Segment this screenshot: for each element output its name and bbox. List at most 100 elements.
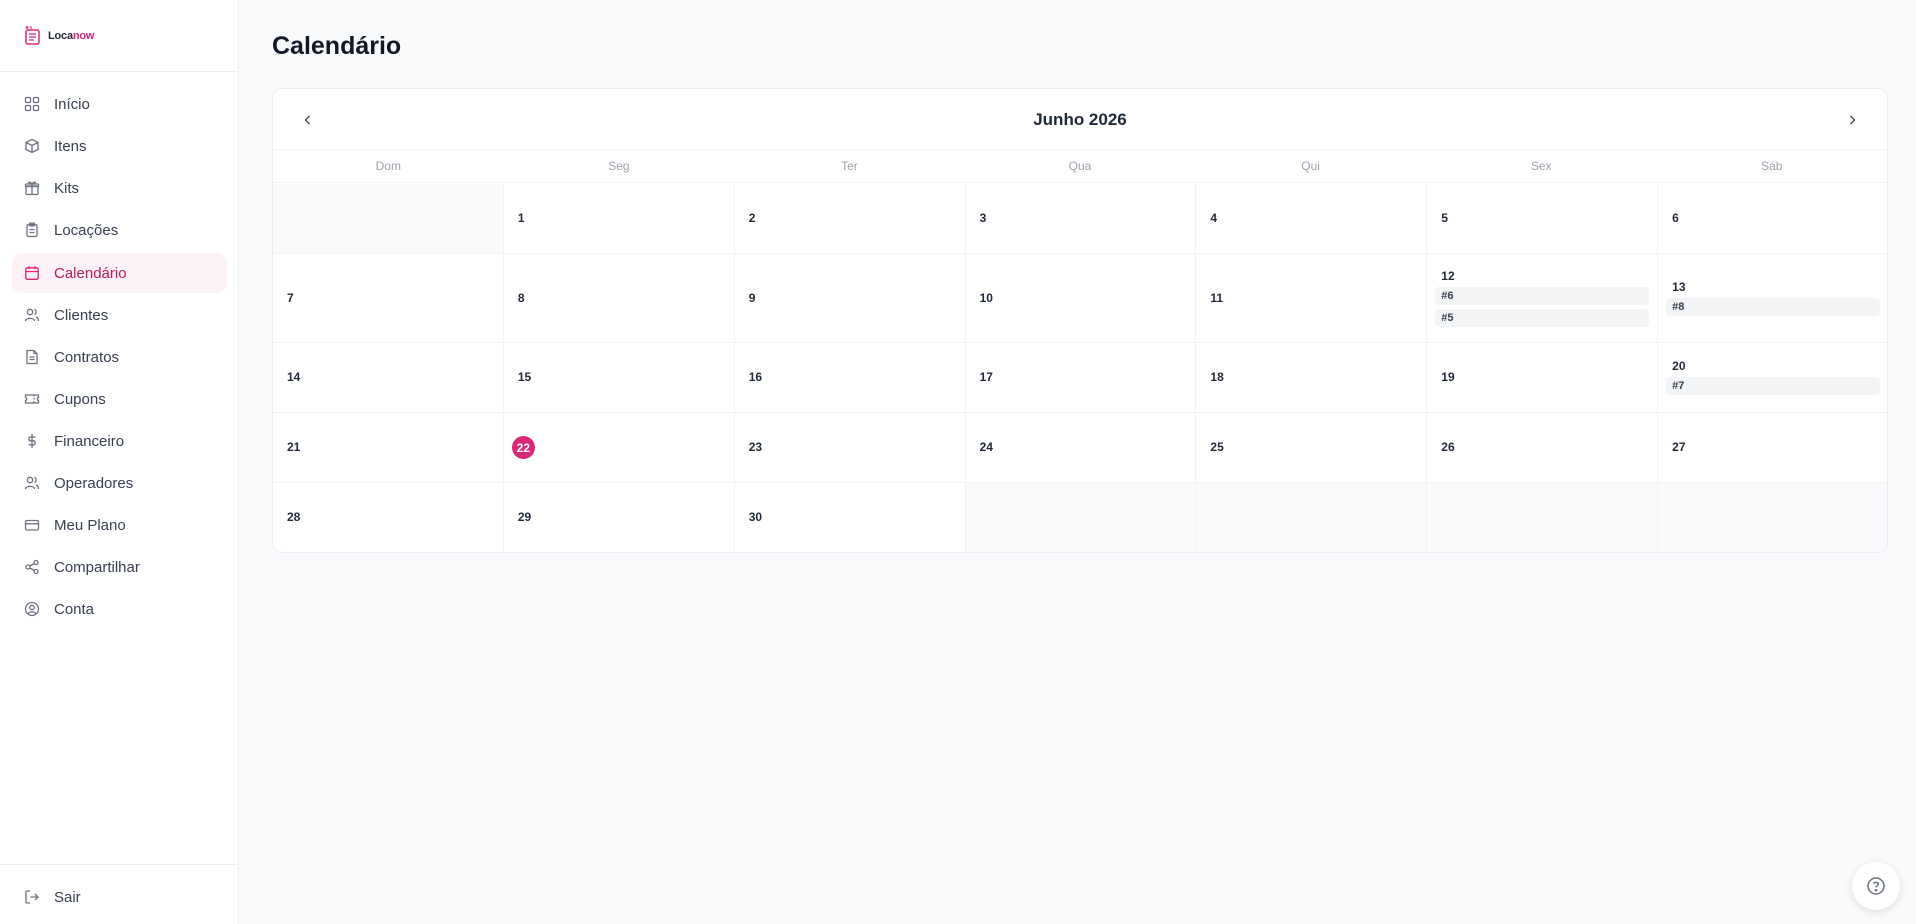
day-number: 1 bbox=[517, 211, 525, 225]
calendar-day-cell[interactable]: 18 bbox=[1196, 343, 1428, 413]
calendar-day-cell[interactable]: 24 bbox=[965, 413, 1197, 483]
sidebar-item-meu-plano[interactable]: Meu Plano bbox=[12, 505, 227, 545]
sidebar-item-label: Financeiro bbox=[54, 432, 125, 450]
calendar-icon bbox=[24, 265, 40, 281]
calendar-event[interactable]: #8 bbox=[1666, 298, 1880, 316]
sidebar-item-kits[interactable]: Kits bbox=[12, 168, 227, 208]
calendar-day-cell[interactable]: 16 bbox=[734, 343, 966, 413]
sidebar-item-clientes[interactable]: Clientes bbox=[12, 295, 227, 335]
day-number: 21 bbox=[287, 440, 301, 454]
calendar-day-cell[interactable]: 12 #6 #5 bbox=[1427, 254, 1659, 343]
day-number: 19 bbox=[1441, 370, 1455, 384]
calendar-day-cell[interactable]: 22 bbox=[503, 413, 735, 483]
logo-icon bbox=[24, 25, 41, 45]
calendar-day-cell[interactable]: 26 bbox=[1427, 413, 1659, 483]
sidebar-item-conta[interactable]: Conta bbox=[12, 589, 227, 629]
sidebar: Locanow Início Itens Kits Locações Calen… bbox=[0, 0, 239, 924]
day-number: 13 bbox=[1672, 280, 1686, 294]
calendar-day-cell[interactable]: 10 bbox=[965, 254, 1197, 343]
day-number: 6 bbox=[1672, 211, 1679, 225]
clipboard-icon bbox=[24, 222, 40, 238]
day-number: 3 bbox=[979, 211, 987, 225]
calendar-empty-cell bbox=[1427, 483, 1659, 552]
users-icon bbox=[24, 307, 40, 323]
calendar-day-cell[interactable]: 30 bbox=[735, 483, 966, 552]
calendar-day-cell[interactable]: 19 bbox=[1427, 343, 1659, 413]
next-month-button[interactable] bbox=[1835, 103, 1869, 137]
sidebar-item-financeiro[interactable]: Financeiro bbox=[12, 421, 227, 461]
logout-icon bbox=[24, 889, 40, 905]
sidebar-item-label: Itens bbox=[54, 137, 87, 155]
calendar-day-cell[interactable]: 17 bbox=[965, 343, 1197, 413]
calendar-day-cell[interactable]: 7 bbox=[273, 254, 504, 343]
calendar-day-cell[interactable]: 20 #7 bbox=[1658, 343, 1887, 413]
chevron-right-icon bbox=[1849, 115, 1856, 125]
day-number: 24 bbox=[979, 440, 993, 454]
sidebar-item-label: Contratos bbox=[54, 348, 120, 366]
day-number: 14 bbox=[287, 370, 301, 384]
day-number: 4 bbox=[1210, 211, 1218, 225]
day-number: 16 bbox=[748, 370, 763, 384]
month-title: Junho 2026 bbox=[1033, 110, 1127, 129]
day-number: 8 bbox=[517, 291, 525, 305]
logout-button[interactable]: Sair bbox=[12, 877, 227, 917]
sidebar-item-label: Conta bbox=[54, 600, 95, 618]
calendar-day-cell[interactable]: 23 bbox=[734, 413, 966, 483]
calendar-event[interactable]: #7 bbox=[1666, 377, 1880, 395]
sidebar-item-label: Operadores bbox=[54, 474, 134, 492]
sidebar-item-contratos[interactable]: Contratos bbox=[12, 337, 227, 377]
calendar-day-cell[interactable]: 29 bbox=[504, 483, 735, 552]
brand: Locanow bbox=[0, 0, 239, 72]
user-circle-icon bbox=[24, 601, 40, 617]
sidebar-item-cupons[interactable]: Cupons bbox=[12, 379, 227, 419]
day-number: 26 bbox=[1441, 440, 1455, 454]
sidebar-footer: Sair bbox=[0, 864, 239, 924]
calendar-day-cell[interactable]: 11 bbox=[1196, 254, 1428, 343]
ticket-icon bbox=[24, 391, 40, 407]
help-button[interactable] bbox=[1852, 862, 1900, 910]
calendar-event[interactable]: #6 bbox=[1435, 287, 1650, 305]
calendar-day-cell[interactable]: 27 bbox=[1658, 413, 1887, 483]
day-number: 27 bbox=[1672, 440, 1686, 454]
weekday-label: Qua bbox=[1068, 159, 1092, 173]
day-number: 30 bbox=[748, 510, 763, 524]
day-number: 9 bbox=[748, 291, 756, 305]
weekday-label: Seg bbox=[608, 159, 630, 173]
calendar-day-cell[interactable]: 25 bbox=[1196, 413, 1428, 483]
sidebar-item-compartilhar[interactable]: Compartilhar bbox=[12, 547, 227, 587]
calendar-event[interactable]: #5 bbox=[1435, 309, 1650, 327]
calendar-day-cell[interactable]: 4 bbox=[1196, 184, 1428, 254]
calendar-empty-cell bbox=[273, 184, 504, 254]
weekday-label: Ter bbox=[841, 159, 858, 173]
calendar-day-cell[interactable]: 1 bbox=[503, 184, 735, 254]
day-number: 5 bbox=[1441, 211, 1448, 225]
calendar-day-cell[interactable]: 15 bbox=[503, 343, 735, 413]
calendar-day-cell[interactable]: 28 bbox=[273, 483, 504, 552]
calendar-day-cell[interactable]: 8 bbox=[503, 254, 735, 343]
calendar-day-cell[interactable]: 5 bbox=[1427, 184, 1659, 254]
calendar-day-cell[interactable]: 21 bbox=[273, 413, 504, 483]
day-number: 18 bbox=[1210, 370, 1224, 384]
calendar-day-cell[interactable]: 3 bbox=[965, 184, 1197, 254]
sidebar-item-locacoes[interactable]: Locações bbox=[12, 210, 227, 250]
calendar-day-cell[interactable]: 6 bbox=[1658, 184, 1887, 254]
calendar-day-cell[interactable]: 14 bbox=[273, 343, 504, 413]
day-number: 17 bbox=[979, 370, 993, 384]
file-text-icon bbox=[24, 349, 40, 365]
sidebar-item-operadores[interactable]: Operadores bbox=[12, 463, 227, 503]
weekday-label: Qui bbox=[1301, 159, 1320, 173]
weekday-label: Dom bbox=[375, 159, 401, 173]
sidebar-item-label: Cupons bbox=[54, 390, 106, 408]
sidebar-item-itens[interactable]: Itens bbox=[12, 126, 227, 166]
calendar-day-cell[interactable]: 9 bbox=[734, 254, 966, 343]
dollar-icon bbox=[24, 433, 40, 449]
day-number: 28 bbox=[287, 510, 301, 524]
page-title: Calendário bbox=[272, 32, 402, 60]
sidebar-item-calendario[interactable]: Calendário bbox=[12, 253, 227, 293]
help-circle-icon bbox=[1867, 877, 1885, 895]
sidebar-item-inicio[interactable]: Início bbox=[12, 84, 227, 124]
brand-name: Locanow bbox=[48, 30, 95, 42]
calendar-empty-cell bbox=[1658, 483, 1887, 552]
calendar-day-cell[interactable]: 13 #8 bbox=[1658, 254, 1887, 343]
calendar-day-cell[interactable]: 2 bbox=[734, 184, 966, 254]
